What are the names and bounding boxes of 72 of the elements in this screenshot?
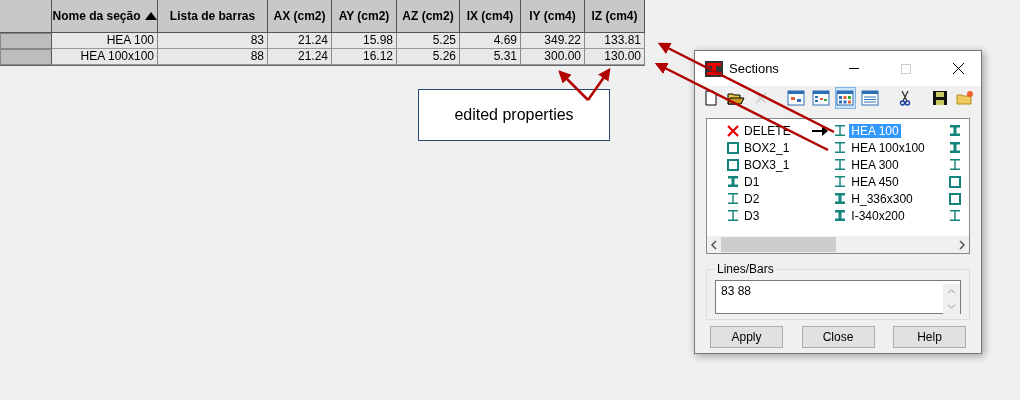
table-cell: 300.00 — [521, 49, 585, 65]
column-header[interactable]: AY (cm2) — [332, 0, 397, 33]
i-beam-icon — [949, 124, 962, 137]
grid-window-icon[interactable] — [835, 87, 856, 109]
square-icon — [949, 175, 962, 188]
table-cell: 16.12 — [332, 49, 397, 65]
list-item[interactable]: HEA 300 — [849, 157, 901, 172]
corner-cell — [0, 0, 52, 33]
column-header[interactable]: Lista de barras — [158, 0, 268, 33]
table-cell: 4.69 — [460, 33, 521, 49]
square-icon — [949, 192, 962, 205]
list-item[interactable]: D1 — [742, 174, 762, 189]
dialog-button[interactable]: Help — [893, 326, 966, 348]
list-item[interactable]: BOX3_1 — [742, 157, 792, 172]
annotation-arrow — [586, 67, 611, 101]
column-header[interactable]: AX (cm2) — [268, 0, 332, 33]
i-beam-icon — [727, 209, 739, 222]
column-header[interactable]: Nome da seção — [52, 0, 158, 33]
column-header[interactable]: IZ (cm4) — [585, 0, 645, 33]
i-beam-icon — [834, 141, 847, 154]
table-cell: 21.24 — [268, 49, 332, 65]
i-beam-icon — [834, 158, 847, 171]
lines-bars-field[interactable]: 83 88 — [715, 280, 961, 314]
column-header[interactable]: IY (cm4) — [521, 0, 585, 33]
annotation-arrow — [558, 70, 589, 101]
i-beam-icon — [949, 158, 962, 171]
i-beam-icon — [834, 192, 847, 205]
list-item[interactable]: D3 — [742, 208, 762, 223]
window-icon[interactable] — [785, 87, 807, 109]
annotation-callout: edited properties — [418, 89, 610, 141]
table-cell: HEA 100 — [52, 33, 158, 49]
table-cell: 133.81 — [585, 33, 645, 49]
window-icon[interactable] — [810, 87, 831, 109]
list-item[interactable]: DELETE — [742, 123, 793, 138]
table-cell: 5.25 — [397, 33, 460, 49]
delete-icon — [727, 124, 739, 137]
list-item[interactable]: HEA 450 — [849, 174, 901, 189]
list-item[interactable]: BOX2_1 — [742, 140, 792, 155]
dialog-button[interactable]: Apply — [710, 326, 783, 348]
square-icon — [727, 141, 739, 154]
table-cell: 15.98 — [332, 33, 397, 49]
column-header[interactable]: AZ (cm2) — [397, 0, 460, 33]
close-icon[interactable] — [952, 63, 964, 74]
i-beam-icon — [834, 175, 847, 188]
i-beam-icon — [949, 209, 962, 222]
table-cell: 130.00 — [585, 49, 645, 65]
scroll-left-icon[interactable] — [710, 239, 718, 250]
table-cell: 88 — [158, 49, 268, 65]
list-item[interactable]: H_336x300 — [849, 191, 915, 206]
dialog-button[interactable]: Close — [801, 326, 875, 348]
list-item[interactable]: HEA 100x100 — [849, 140, 927, 155]
i-beam-icon — [727, 192, 739, 205]
window-title: Sections — [729, 61, 780, 76]
list-item[interactable]: D2 — [742, 191, 762, 206]
table-cell: 349.22 — [521, 33, 585, 49]
group-label: Lines/Bars — [716, 262, 775, 276]
i-beam-icon — [949, 141, 962, 154]
i-beam-icon — [834, 209, 847, 222]
list-window-icon[interactable] — [859, 87, 881, 109]
scroll-right-icon[interactable] — [958, 239, 966, 250]
i-beam-icon — [727, 175, 739, 188]
i-beam-icon — [834, 124, 847, 137]
table-cell: 5.26 — [397, 49, 460, 65]
table-cell: HEA 100x100 — [52, 49, 158, 65]
column-header[interactable]: IX (cm4) — [460, 0, 521, 33]
list-item[interactable]: I-340x200 — [849, 208, 907, 223]
square-icon — [727, 158, 739, 171]
table-cell: 83 — [158, 33, 268, 49]
vertical-scrollbar[interactable] — [943, 284, 960, 314]
horizontal-scrollbar[interactable] — [707, 236, 969, 253]
table-cell: 21.24 — [268, 33, 332, 49]
table-cell: 5.31 — [460, 49, 521, 65]
